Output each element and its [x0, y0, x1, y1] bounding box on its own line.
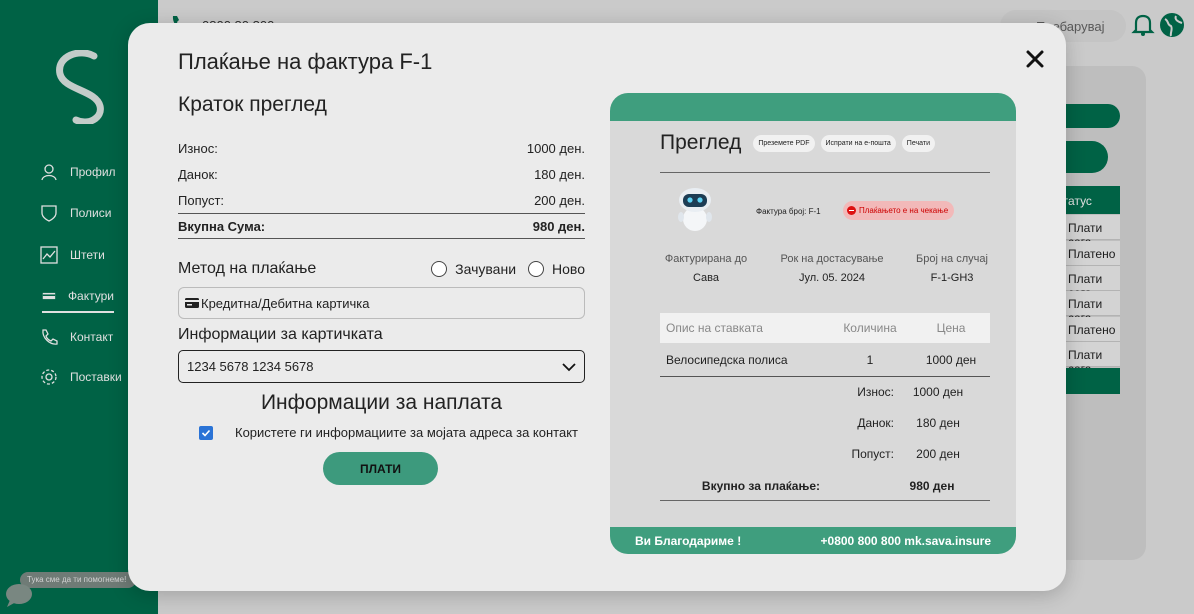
- meta-value: Сава: [692, 272, 720, 284]
- grand-total-row: Вкупно за плаќање: 980 ден: [680, 479, 976, 493]
- status-badge: Плаќањето е на чекање: [843, 201, 955, 220]
- summary-row: Попуст: 200 ден.: [178, 187, 585, 213]
- robot-icon: [678, 188, 712, 231]
- radio-circle[interactable]: [528, 261, 545, 277]
- invoice-meta-billed-to: Фактурирана до Сава: [660, 253, 752, 284]
- total-row: Данок: 180 ден: [820, 416, 982, 430]
- card-type-label: Кредитна/Дебитна картичка: [201, 295, 370, 311]
- column-header: Опис на ставката: [666, 321, 763, 335]
- summary-total-label: Вкупна Сума:: [178, 218, 266, 234]
- total-value: 180 ден: [916, 416, 960, 430]
- billing-checkbox[interactable]: [199, 425, 213, 440]
- meta-value: F-1-GH3: [930, 272, 974, 284]
- summary-total-row: Вкупна Сума: 980 ден.: [178, 213, 585, 239]
- summary-label: Данок:: [178, 166, 218, 182]
- send-email-button[interactable]: Испрати на е-пошта: [820, 134, 896, 152]
- summary-title: Краток преглед: [178, 93, 327, 116]
- credit-card-icon: [185, 298, 199, 308]
- meta-label: Фактурирана до: [664, 253, 748, 265]
- summary-value: 1000 ден.: [526, 140, 585, 156]
- grand-total-value: 980 ден: [909, 479, 955, 493]
- billing-checkbox-label: Користете ги информациите за мојата адре…: [235, 425, 578, 440]
- minus-circle-icon: [847, 206, 856, 215]
- total-row: Попуст: 200 ден: [820, 447, 982, 461]
- payment-method-options: Зачувани Ново: [431, 261, 585, 277]
- column-header: Количина: [843, 321, 897, 335]
- total-value: 1000 ден: [912, 385, 964, 399]
- total-label: Попуст:: [851, 447, 895, 461]
- radio-circle[interactable]: [431, 261, 448, 277]
- billing-checkbox-row: Користете ги информациите за мојата адре…: [178, 425, 585, 440]
- invoice-number: Фактура број: F-1: [756, 207, 821, 216]
- card-info-label: Информации за картичката: [178, 326, 383, 343]
- total-value: 200 ден: [916, 447, 960, 461]
- status-label: Плаќањето е на чекање: [859, 206, 949, 215]
- invoice-meta-due-date: Рок на достасување Јул. 05. 2024: [772, 253, 892, 284]
- grand-total-label: Вкупно за плаќање:: [701, 479, 820, 493]
- radio-label: Зачувани: [455, 261, 517, 277]
- footer-contact: +0800 800 800 mk.sava.insure: [820, 533, 991, 548]
- card-type-option[interactable]: Кредитна/Дебитна картичка: [178, 287, 585, 319]
- summary-label: Износ:: [178, 140, 218, 156]
- meta-label: Број на случај: [916, 253, 988, 265]
- close-icon[interactable]: [1023, 47, 1047, 71]
- radio-label: Ново: [552, 261, 585, 277]
- items-table-header: Опис на ставката Количина Цена: [660, 313, 990, 343]
- chevron-down-icon: [562, 362, 576, 371]
- item-price: 1000 ден: [925, 352, 977, 367]
- card-select[interactable]: 1234 5678 1234 5678: [178, 350, 585, 383]
- divider: [660, 172, 990, 173]
- item-quantity: 1: [866, 352, 874, 367]
- card-select-value: 1234 5678 1234 5678: [187, 359, 314, 374]
- payment-form: Краток преглед Износ: 1000 ден. Данок: 1…: [178, 93, 585, 485]
- summary-value: 200 ден.: [534, 192, 585, 208]
- summary-total-value: 980 ден.: [532, 218, 585, 234]
- billing-title: Информации за наплата: [260, 391, 503, 414]
- summary-row: Износ: 1000 ден.: [178, 135, 585, 161]
- invoice-preview: Преглед Преземете PDF Испрати на е-пошта…: [610, 93, 1016, 554]
- meta-value: Јул. 05. 2024: [798, 272, 866, 284]
- meta-label: Рок на достасување: [780, 253, 884, 265]
- pay-button[interactable]: ПЛАТИ: [323, 452, 438, 485]
- summary-table: Износ: 1000 ден. Данок: 180 ден. Попуст:…: [178, 135, 585, 239]
- invoice-header: Преглед Преземете PDF Испрати на е-пошта…: [660, 131, 990, 155]
- radio-saved[interactable]: Зачувани: [431, 261, 516, 277]
- invoice-footer: Ви Благодариме ! +0800 800 800 mk.sava.i…: [610, 527, 1016, 554]
- check-icon: [201, 429, 211, 437]
- summary-value: 180 ден.: [534, 166, 585, 182]
- radio-new[interactable]: Ново: [528, 261, 585, 277]
- invoice-meta-case-number: Број на случај F-1-GH3: [908, 253, 996, 284]
- summary-row: Данок: 180 ден.: [178, 161, 585, 187]
- total-label: Данок:: [857, 416, 894, 430]
- summary-label: Попуст:: [178, 192, 225, 208]
- download-pdf-button[interactable]: Преземете PDF: [753, 134, 815, 152]
- invoice-title: Преглед: [660, 131, 742, 154]
- item-description: Велосипедска полиса: [666, 352, 788, 367]
- payment-method-label: Метод на плаќање: [178, 260, 317, 277]
- invoice-top-bar: [610, 93, 1016, 121]
- total-row: Износ: 1000 ден: [820, 385, 982, 399]
- column-header: Цена: [936, 321, 966, 335]
- divider: [660, 500, 990, 501]
- total-label: Износ:: [857, 385, 894, 399]
- print-button[interactable]: Печати: [901, 134, 935, 152]
- payment-method-row: Метод на плаќање Зачувани Ново: [178, 257, 585, 281]
- modal-title: Плаќање на фактура F-1: [178, 49, 433, 74]
- table-row: Велосипедска полиса 1 1000 ден: [660, 343, 990, 377]
- footer-thanks: Ви Благодариме !: [635, 533, 742, 548]
- payment-modal: Плаќање на фактура F-1 Краток преглед Из…: [128, 23, 1066, 591]
